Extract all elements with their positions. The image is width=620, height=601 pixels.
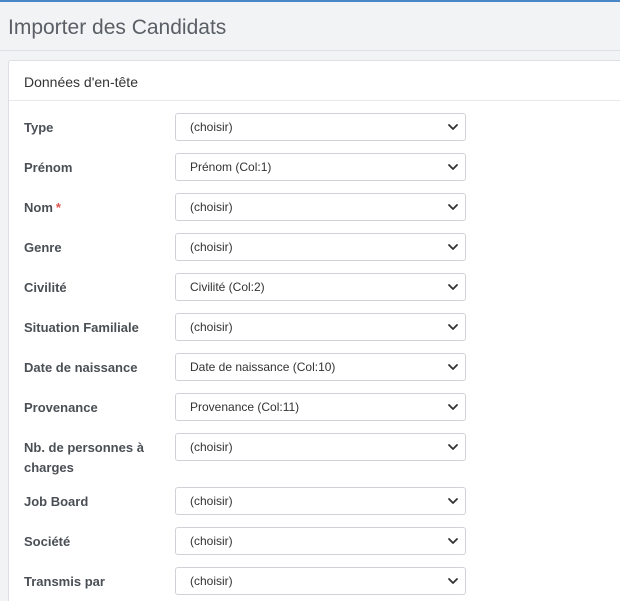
- select-value: Prénom (Col:1): [190, 160, 272, 174]
- select-value: (choisir): [190, 440, 233, 454]
- chevron-down-icon: [448, 164, 458, 170]
- select-value: (choisir): [190, 120, 233, 134]
- field-label-type: Type: [24, 120, 54, 135]
- field-label-transmis-par: Transmis par: [24, 574, 105, 589]
- chevron-down-icon: [448, 284, 458, 290]
- select-value: Provenance (Col:11): [190, 400, 300, 414]
- chevron-down-icon: [448, 124, 458, 130]
- field-label-situation-familiale: Situation Familiale: [24, 320, 139, 335]
- genre-select[interactable]: (choisir): [175, 233, 466, 261]
- field-label-job-board: Job Board: [24, 494, 89, 509]
- panel-title: Données d'en-tête: [24, 74, 138, 90]
- select-value: (choisir): [190, 240, 233, 254]
- title-divider: [0, 50, 620, 51]
- field-label-text: Nom: [24, 200, 53, 215]
- field-label-genre: Genre: [24, 240, 62, 255]
- header-data-panel: Données d'en-tête Type (choisir) Prénom …: [8, 60, 620, 601]
- prenom-select[interactable]: Prénom (Col:1): [175, 153, 466, 181]
- nom-select[interactable]: (choisir): [175, 193, 466, 221]
- chevron-down-icon: [448, 404, 458, 410]
- field-label-prenom: Prénom: [24, 160, 73, 175]
- field-label-civilite: Civilité: [24, 280, 67, 295]
- chevron-down-icon: [448, 444, 458, 450]
- nb-personnes-a-charges-select[interactable]: (choisir): [175, 433, 466, 461]
- societe-select[interactable]: (choisir): [175, 527, 466, 555]
- top-accent-bar: [0, 0, 620, 2]
- field-label-nom: Nom *: [24, 198, 159, 218]
- transmis-par-select[interactable]: (choisir): [175, 567, 466, 595]
- date-de-naissance-select[interactable]: Date de naissance (Col:10): [175, 353, 466, 381]
- panel-header: Données d'en-tête: [9, 61, 620, 101]
- select-value: (choisir): [190, 494, 233, 508]
- select-value: (choisir): [190, 200, 233, 214]
- page-title: Importer des Candidats: [8, 16, 227, 39]
- chevron-down-icon: [448, 498, 458, 504]
- field-label-provenance: Provenance: [24, 400, 98, 415]
- type-select[interactable]: (choisir): [175, 113, 466, 141]
- civilite-select[interactable]: Civilité (Col:2): [175, 273, 466, 301]
- provenance-select[interactable]: Provenance (Col:11): [175, 393, 466, 421]
- situation-familiale-select[interactable]: (choisir): [175, 313, 466, 341]
- select-value: (choisir): [190, 320, 233, 334]
- select-value: Civilité (Col:2): [190, 280, 265, 294]
- select-value: (choisir): [190, 534, 233, 548]
- chevron-down-icon: [448, 538, 458, 544]
- chevron-down-icon: [448, 578, 458, 584]
- required-marker: *: [55, 200, 61, 215]
- job-board-select[interactable]: (choisir): [175, 487, 466, 515]
- chevron-down-icon: [448, 204, 458, 210]
- field-label-date-de-naissance: Date de naissance: [24, 360, 138, 375]
- field-label-societe: Société: [24, 534, 71, 549]
- chevron-down-icon: [448, 244, 458, 250]
- chevron-down-icon: [448, 364, 458, 370]
- select-value: (choisir): [190, 574, 233, 588]
- select-value: Date de naissance (Col:10): [190, 360, 336, 374]
- field-label-nb-personnes-a-charges: Nb. de personnes à charges: [24, 440, 144, 475]
- chevron-down-icon: [448, 324, 458, 330]
